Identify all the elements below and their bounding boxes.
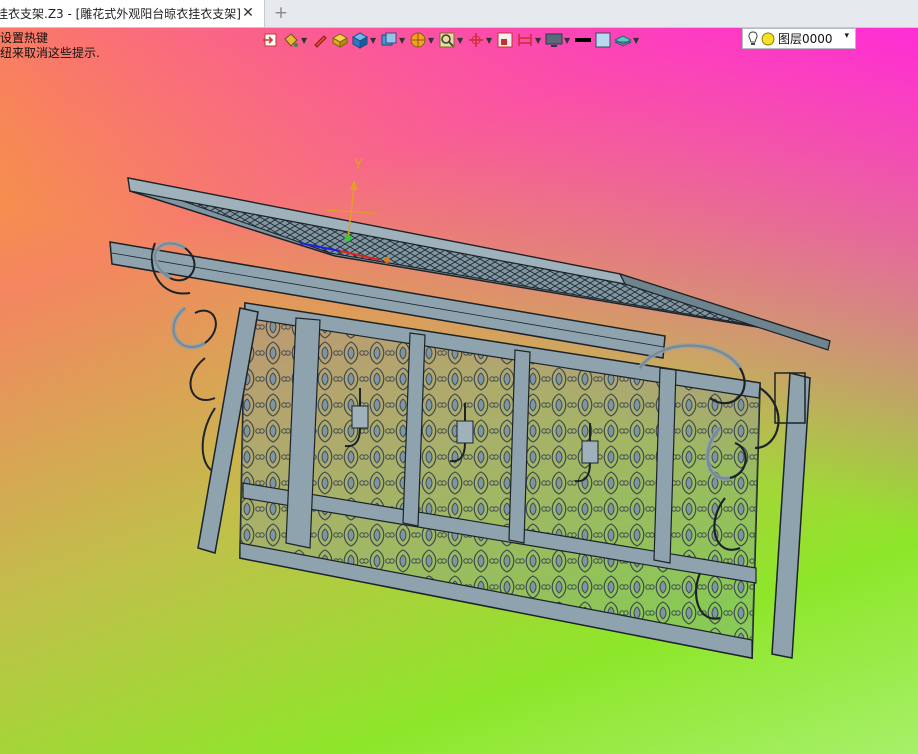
3d-viewport[interactable]: 设置热键 纽来取消这些提示. ▼ ▼ ▼ ▼ ▼ ▼ ▼ ▼ ▼ 图层0000 …	[0, 28, 918, 754]
section-view-icon	[497, 32, 513, 48]
view-toolbar: ▼ ▼ ▼ ▼ ▼ ▼ ▼ ▼ ▼	[262, 28, 643, 52]
fill-color-button[interactable]	[594, 29, 612, 51]
chevron-down-icon[interactable]: ▼	[535, 36, 543, 45]
zoom-button[interactable]: ▼	[438, 29, 465, 51]
layer-name: 图层0000	[778, 32, 833, 46]
section-button[interactable]	[496, 29, 514, 51]
hint-line-1: 设置热键	[0, 31, 49, 45]
blue-cube-icon	[351, 32, 369, 49]
chevron-down-icon[interactable]: ▾	[844, 31, 849, 41]
layer-manager-button[interactable]: ▼	[614, 29, 641, 51]
pencil-button[interactable]	[311, 29, 329, 51]
document-tab-title: 挂衣支架.Z3 - [雕花式外观阳台晾衣挂衣支架]	[0, 7, 241, 21]
chevron-down-icon[interactable]: ▼	[301, 36, 309, 45]
chevron-down-icon[interactable]: ▼	[399, 36, 407, 45]
chevron-down-icon[interactable]: ▼	[486, 36, 494, 45]
hint-line-2: 纽来取消这些提示.	[0, 46, 100, 60]
display-button[interactable]: ▼	[545, 29, 572, 51]
exit-sketch-icon	[263, 33, 277, 47]
shading-button[interactable]: ▼	[351, 29, 378, 51]
document-tab[interactable]: 挂衣支架.Z3 - [雕花式外观阳台晾衣挂衣支架] ✕	[0, 0, 265, 27]
lightbulb-icon[interactable]	[747, 30, 759, 47]
pencil-icon	[314, 35, 327, 48]
fill-color-icon	[595, 32, 611, 48]
axis-marker-icon	[469, 33, 483, 47]
layer-stack-icon	[614, 35, 632, 47]
layer-select[interactable]: 图层0000 ▾	[742, 28, 856, 49]
render-button[interactable]: ▼	[409, 29, 436, 51]
layer-visible-icon[interactable]	[761, 32, 775, 46]
yellow-solid-icon	[331, 33, 349, 48]
close-icon[interactable]: ✕	[240, 5, 256, 21]
chevron-down-icon[interactable]: ▼	[428, 36, 436, 45]
axis-button[interactable]: ▼	[467, 29, 494, 51]
tab-bar: 挂衣支架.Z3 - [雕花式外观阳台晾衣挂衣支架] ✕ +	[0, 0, 918, 28]
chevron-down-icon[interactable]: ▼	[564, 36, 572, 45]
paint-bucket-icon	[284, 33, 298, 47]
monitor-icon	[545, 33, 563, 47]
chevron-down-icon[interactable]: ▼	[633, 36, 641, 45]
hint-text: 设置热键 纽来取消这些提示.	[0, 31, 100, 61]
new-tab-button[interactable]: +	[272, 4, 290, 22]
view-button[interactable]: ▼	[380, 29, 407, 51]
zoom-box-icon	[439, 32, 455, 48]
axis-label-y: Y	[354, 157, 363, 173]
view-cube-icon	[381, 32, 397, 46]
bracket-dim-icon	[518, 34, 532, 46]
dimension-button[interactable]: ▼	[516, 29, 543, 51]
pie-render-icon	[410, 32, 426, 48]
line-color-button[interactable]	[574, 29, 592, 51]
chevron-down-icon[interactable]: ▼	[457, 36, 465, 45]
line-color-icon	[575, 38, 591, 42]
exit-sketch-button[interactable]	[262, 29, 280, 51]
yellow-solid-button[interactable]	[331, 29, 349, 51]
balcony-rack-model	[109, 177, 831, 660]
chevron-down-icon[interactable]: ▼	[370, 36, 378, 45]
paint-button[interactable]: ▼	[282, 29, 309, 51]
